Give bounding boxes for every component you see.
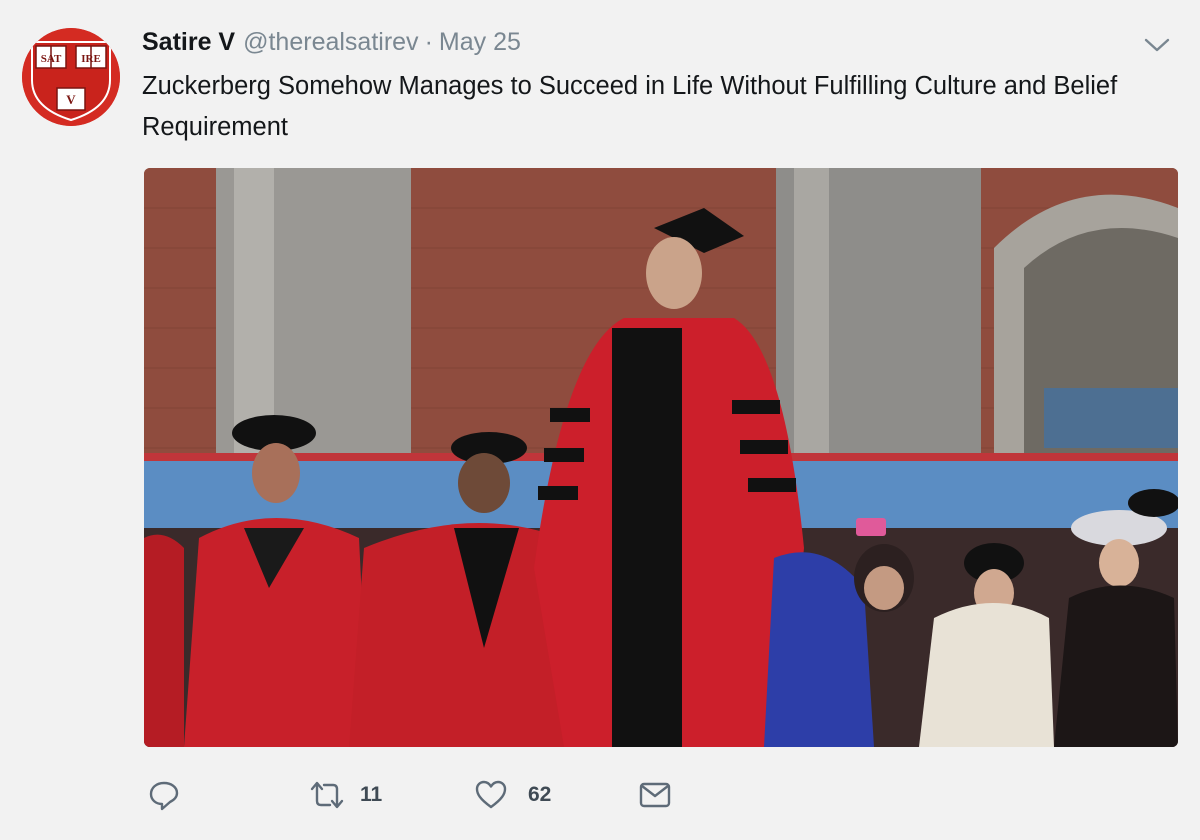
reply-icon [149,781,179,811]
tweet-text: Zuckerberg Somehow Manages to Succeed in… [142,72,1118,141]
envelope-icon [639,782,671,808]
tweet-date[interactable]: May 25 [439,28,521,57]
heart-icon [475,780,507,809]
reply-button[interactable] [148,778,198,812]
avatar[interactable]: SAT IRE V [22,28,120,126]
logo-text-ire: IRE [81,53,101,65]
direct-message-button[interactable] [638,778,672,812]
tweet-card[interactable]: SAT IRE V Satire V @therealsatirev · May… [0,0,1200,840]
like-button[interactable]: 62 [474,778,551,812]
author-name[interactable]: Satire V [142,28,235,57]
retweet-count: 11 [360,783,383,806]
graduation-photo [144,168,1178,747]
logo-text-v: V [66,92,76,107]
tweet-header: Satire V @therealsatirev · May 25 [142,28,521,60]
separator-dot: · [424,28,433,56]
tweet-actions: 11 62 [0,770,1200,820]
retweet-icon [310,781,344,809]
retweet-button[interactable]: 11 [308,778,382,812]
satire-v-logo: SAT IRE V [22,28,120,126]
author-handle[interactable]: @therealsatirev [243,28,418,57]
tweet-photo[interactable] [144,168,1178,747]
logo-text-sat: SAT [41,53,62,65]
chevron-down-icon[interactable] [1142,34,1172,56]
like-count: 62 [528,783,552,806]
